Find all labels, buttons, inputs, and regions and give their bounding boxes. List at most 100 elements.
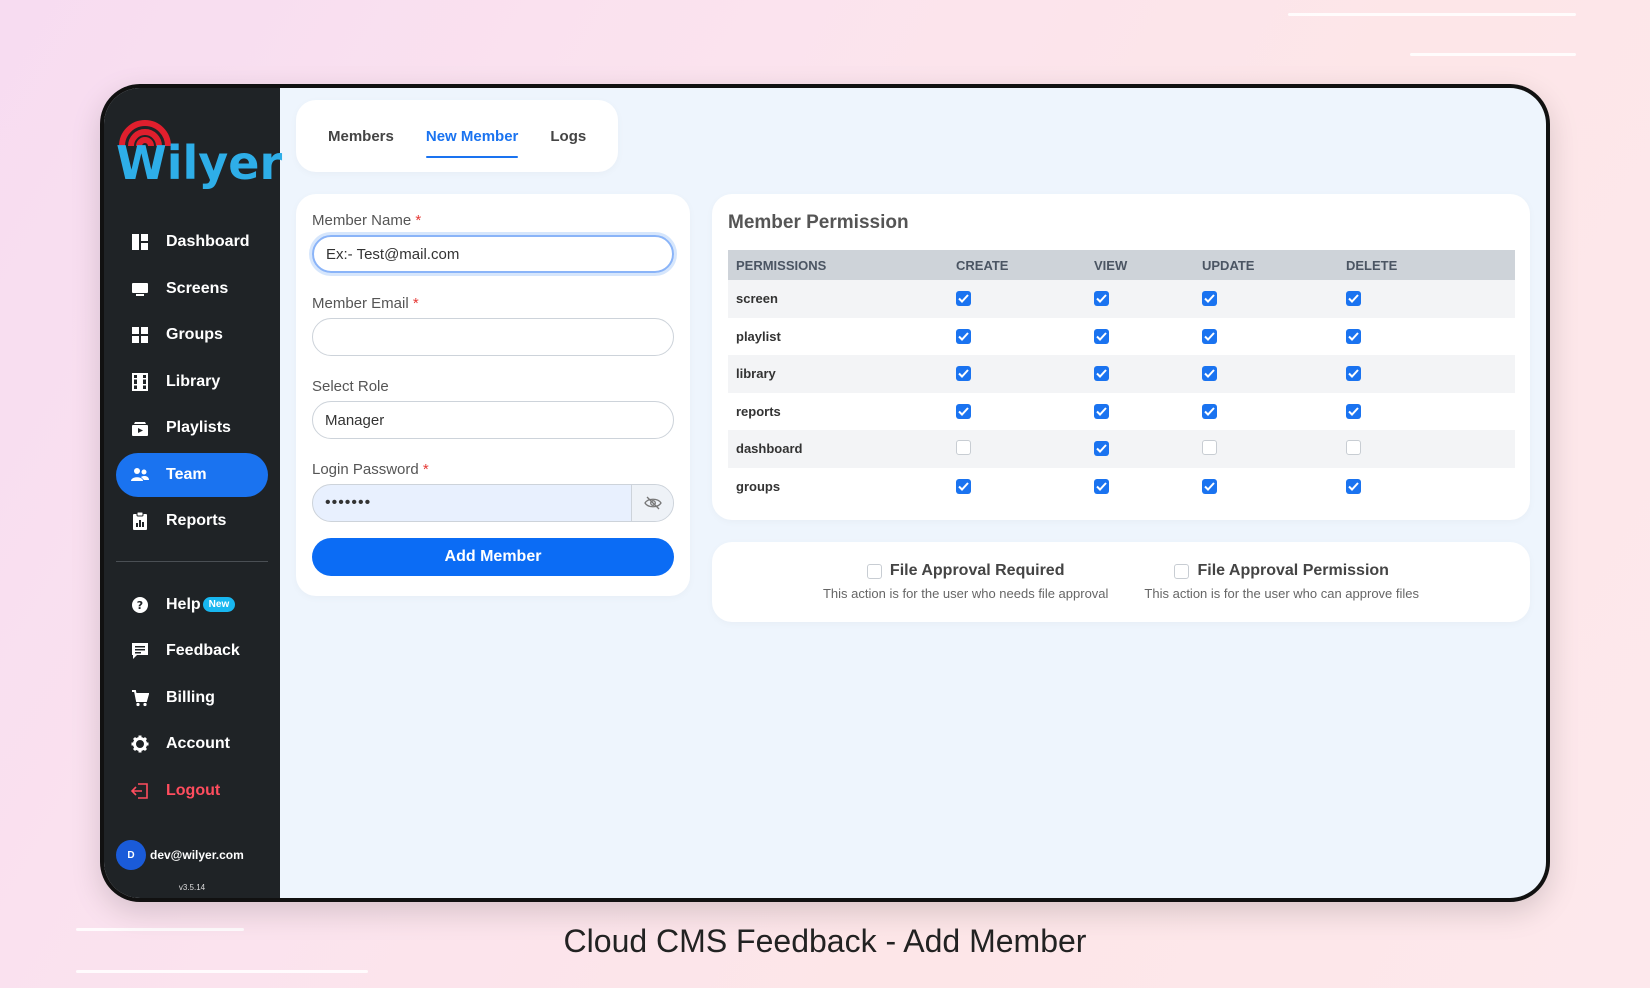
role-select[interactable]: Manager bbox=[312, 401, 674, 439]
app-version: v3.5.14 bbox=[178, 883, 206, 892]
playlist-delete-checkbox[interactable] bbox=[1346, 328, 1361, 344]
dashboard-create-checkbox[interactable] bbox=[956, 439, 971, 455]
col-update: UPDATE bbox=[1194, 250, 1338, 280]
film-icon bbox=[130, 372, 150, 392]
permission-cell bbox=[1086, 468, 1194, 506]
sidebar-item-groups[interactable]: Groups bbox=[116, 313, 268, 357]
file-approval-required-checkbox[interactable] bbox=[866, 563, 882, 579]
sidebar-item-help[interactable]: ? Help New bbox=[116, 583, 268, 627]
playlist-update-checkbox[interactable] bbox=[1202, 328, 1217, 344]
playlist-icon bbox=[130, 418, 150, 438]
select-role-label: Select Role bbox=[312, 378, 389, 395]
permission-cell bbox=[1194, 430, 1338, 468]
screen-update-checkbox[interactable] bbox=[1202, 291, 1217, 307]
groups-delete-checkbox[interactable] bbox=[1346, 478, 1361, 494]
table-row: dashboard bbox=[728, 430, 1515, 468]
file-approval-card: File Approval Required This action is fo… bbox=[712, 542, 1530, 622]
sidebar-item-dashboard[interactable]: Dashboard bbox=[116, 220, 268, 264]
playlist-view-checkbox[interactable] bbox=[1094, 328, 1109, 344]
library-create-checkbox[interactable] bbox=[956, 366, 971, 382]
file-approval-permission-checkbox[interactable] bbox=[1174, 563, 1190, 579]
table-row: playlist bbox=[728, 318, 1515, 356]
user-email: dev@wilyer.com bbox=[150, 848, 244, 862]
tab-members[interactable]: Members bbox=[328, 122, 394, 151]
permission-cell bbox=[1194, 280, 1338, 318]
sidebar-item-billing[interactable]: Billing bbox=[116, 676, 268, 720]
table-row: library bbox=[728, 355, 1515, 393]
sidebar-item-label: Playlists bbox=[166, 419, 231, 436]
table-row: screen bbox=[728, 280, 1515, 318]
dashboard-view-checkbox[interactable] bbox=[1094, 441, 1109, 457]
page-caption: Cloud CMS Feedback - Add Member bbox=[563, 923, 1087, 959]
sidebar-item-feedback[interactable]: Feedback bbox=[116, 629, 268, 673]
sidebar-item-label: Feedback bbox=[166, 642, 240, 659]
permission-cell bbox=[948, 355, 1086, 393]
help-icon: ? bbox=[130, 595, 150, 615]
required-mark: * bbox=[422, 461, 429, 478]
library-update-checkbox[interactable] bbox=[1202, 366, 1217, 382]
dashboard-update-checkbox[interactable] bbox=[1202, 439, 1217, 455]
sidebar-item-reports[interactable]: Reports bbox=[116, 499, 268, 543]
sidebar-item-team[interactable]: Team bbox=[116, 452, 268, 497]
login-password-label: Login Password * bbox=[312, 461, 429, 478]
col-create: CREATE bbox=[948, 250, 1086, 280]
required-mark: * bbox=[415, 212, 422, 229]
permission-cell bbox=[1086, 280, 1194, 318]
screen-delete-checkbox[interactable] bbox=[1346, 291, 1361, 307]
reports-update-checkbox[interactable] bbox=[1202, 403, 1217, 419]
permission-cell bbox=[1194, 468, 1338, 506]
permission-cell bbox=[948, 318, 1086, 356]
tab-bar: Members New Member Logs bbox=[296, 100, 618, 172]
permission-name: library bbox=[728, 355, 948, 393]
groups-create-checkbox[interactable] bbox=[956, 478, 971, 494]
member-email-input[interactable] bbox=[312, 318, 674, 356]
groups-update-checkbox[interactable] bbox=[1202, 478, 1217, 494]
add-member-button[interactable]: Add Member bbox=[312, 538, 674, 576]
sidebar-item-logout[interactable]: Logout bbox=[116, 769, 268, 813]
tab-logs[interactable]: Logs bbox=[550, 122, 586, 151]
reports-delete-checkbox[interactable] bbox=[1346, 403, 1361, 419]
toggle-password-button[interactable] bbox=[631, 485, 673, 521]
table-row: groups bbox=[728, 468, 1515, 506]
permission-cell bbox=[1338, 280, 1515, 318]
required-mark: * bbox=[412, 295, 419, 312]
permission-cell bbox=[1086, 318, 1194, 356]
brand-name: Wilyer bbox=[116, 136, 283, 190]
table-row: reports bbox=[728, 393, 1515, 431]
sidebar-item-label: Help bbox=[166, 595, 201, 613]
sidebar-item-label: Groups bbox=[166, 326, 223, 343]
file-approval-required-desc: This action is for the user who needs fi… bbox=[822, 586, 1109, 601]
sidebar-item-playlists[interactable]: Playlists bbox=[116, 406, 268, 450]
eye-slash-icon bbox=[643, 496, 662, 510]
permission-title: Member Permission bbox=[728, 212, 909, 233]
permission-name: reports bbox=[736, 403, 781, 419]
tab-new-member[interactable]: New Member bbox=[425, 122, 518, 158]
library-view-checkbox[interactable] bbox=[1094, 366, 1109, 382]
member-name-input[interactable]: Ex:- Test@mail.com bbox=[312, 235, 674, 273]
sidebar-item-label: Account bbox=[166, 735, 230, 752]
groups-view-checkbox[interactable] bbox=[1094, 478, 1109, 494]
sidebar-item-label: Billing bbox=[166, 688, 215, 706]
screen-create-checkbox[interactable] bbox=[956, 291, 971, 307]
playlist-create-checkbox[interactable] bbox=[956, 328, 971, 344]
logout-icon bbox=[130, 781, 150, 801]
sidebar-item-library[interactable]: Library bbox=[116, 360, 268, 404]
permission-cell bbox=[1338, 355, 1515, 393]
users-icon bbox=[130, 465, 150, 485]
app-screen: Wilyer Dashboard Screens Groups Library … bbox=[104, 88, 1546, 898]
reports-view-checkbox[interactable] bbox=[1094, 403, 1109, 419]
decorative-line bbox=[1288, 13, 1576, 16]
dashboard-delete-checkbox[interactable] bbox=[1346, 439, 1361, 455]
screen-view-checkbox[interactable] bbox=[1094, 291, 1109, 307]
user-profile[interactable]: D dev@wilyer.com bbox=[116, 840, 244, 870]
sidebar-item-account[interactable]: Account bbox=[116, 722, 268, 766]
reports-create-checkbox[interactable] bbox=[956, 403, 971, 419]
gear-icon bbox=[130, 734, 150, 754]
sidebar-item-screens[interactable]: Screens bbox=[116, 267, 268, 311]
permission-cell bbox=[948, 280, 1086, 318]
library-delete-checkbox[interactable] bbox=[1346, 366, 1361, 382]
feedback-icon bbox=[130, 641, 150, 661]
permission-cell bbox=[1338, 468, 1515, 506]
file-approval-permission-label: File Approval Permission bbox=[1197, 562, 1389, 579]
password-input[interactable]: ••••••• bbox=[312, 484, 674, 522]
